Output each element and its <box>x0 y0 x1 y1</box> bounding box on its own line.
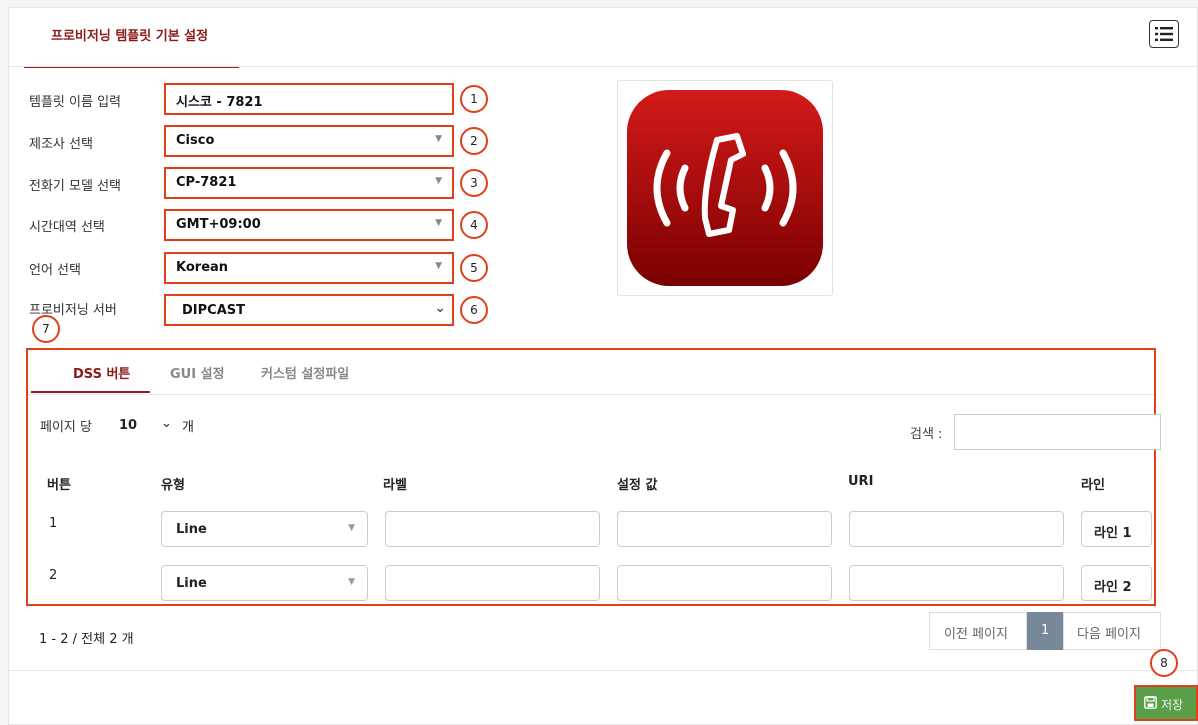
chevron-down-icon: ⌄ <box>161 416 172 431</box>
caret-down-icon: ▼ <box>435 261 442 271</box>
manufacturer-select[interactable]: Cisco ▼ <box>164 125 454 157</box>
language-label: 언어 선택 <box>29 263 81 278</box>
search-label: 검색 : <box>910 427 943 442</box>
column-header-uri: URI <box>848 474 874 489</box>
caret-down-icon: ▼ <box>435 134 442 144</box>
row-label-input[interactable] <box>385 565 600 601</box>
server-select[interactable]: DIPCAST ⌄ <box>164 294 454 326</box>
list-icon <box>1155 27 1173 41</box>
annotation-marker-4: 4 <box>460 211 488 239</box>
phone-model-image <box>617 80 833 296</box>
template-name-label: 템플릿 이름 입력 <box>29 95 121 110</box>
annotation-marker-8: 8 <box>1150 649 1178 677</box>
template-settings-card: 프로비저닝 템플릿 기본 설정 템플릿 이름 입력 시스코 - 7821 1 제… <box>8 7 1198 725</box>
footer-divider <box>9 670 1197 671</box>
tab-basic-settings[interactable]: 프로비저닝 템플릿 기본 설정 <box>24 8 239 68</box>
annotation-marker-7: 7 <box>32 315 60 343</box>
per-page-label: 페이지 당 <box>40 420 92 435</box>
column-header-type: 유형 <box>161 478 185 493</box>
row-label-input[interactable] <box>385 511 600 547</box>
page-number-button[interactable]: 1 <box>1027 612 1063 650</box>
caret-down-icon: ▼ <box>348 577 355 587</box>
floppy-disk-icon <box>1144 696 1157 709</box>
annotation-marker-5: 5 <box>460 254 488 282</box>
row-button-number: 1 <box>49 516 58 531</box>
tab-bar: DSS 버튼 GUI 설정 커스텀 설정파일 <box>28 350 1154 395</box>
prev-page-button[interactable]: 이전 페이지 <box>929 612 1027 650</box>
phone-app-logo <box>627 90 823 286</box>
save-button[interactable]: 저장 <box>1134 685 1198 721</box>
annotation-marker-1: 1 <box>460 85 488 113</box>
chevron-down-icon: ⌄ <box>434 300 446 316</box>
caret-down-icon: ▼ <box>348 523 355 533</box>
row-value-input[interactable] <box>617 511 832 547</box>
dss-section: DSS 버튼 GUI 설정 커스텀 설정파일 페이지 당 10 ⌄ 개 검색 :… <box>26 348 1161 606</box>
row-uri-input[interactable] <box>849 511 1064 547</box>
annotation-marker-6: 6 <box>460 296 488 324</box>
caret-down-icon: ▼ <box>435 176 442 186</box>
next-page-button[interactable]: 다음 페이지 <box>1063 612 1161 650</box>
column-header-label: 라벨 <box>383 478 407 493</box>
column-header-button: 버튼 <box>47 478 71 493</box>
language-select[interactable]: Korean ▼ <box>164 252 454 284</box>
row-type-select[interactable]: Line ▼ <box>161 511 368 547</box>
column-header-value: 설정 값 <box>617 478 658 493</box>
per-page-select[interactable]: 10 ⌄ <box>105 408 177 440</box>
list-view-button[interactable] <box>1149 20 1179 48</box>
per-page-unit: 개 <box>182 420 194 435</box>
annotation-marker-2: 2 <box>460 127 488 155</box>
active-tab-indicator <box>31 391 150 393</box>
row-value-input[interactable] <box>617 565 832 601</box>
model-label: 전화기 모델 선택 <box>29 179 121 194</box>
annotation-marker-3: 3 <box>460 169 488 197</box>
search-input[interactable] <box>954 414 1161 450</box>
tab-custom-config[interactable]: 커스텀 설정파일 <box>261 363 349 382</box>
row-button-number: 2 <box>49 568 58 583</box>
manufacturer-label: 제조사 선택 <box>29 137 93 152</box>
caret-down-icon: ▼ <box>435 218 442 228</box>
row-line-select[interactable]: 라인 2 <box>1081 565 1152 601</box>
timezone-select[interactable]: GMT+09:00 ▼ <box>164 209 454 241</box>
template-name-input[interactable]: 시스코 - 7821 <box>164 83 454 115</box>
row-line-select[interactable]: 라인 1 <box>1081 511 1152 547</box>
tab-dss-buttons[interactable]: DSS 버튼 <box>73 363 130 382</box>
model-select[interactable]: CP-7821 ▼ <box>164 167 454 199</box>
row-uri-input[interactable] <box>849 565 1064 601</box>
row-type-select[interactable]: Line ▼ <box>161 565 368 601</box>
pagination-summary: 1 - 2 / 전체 2 개 <box>39 632 134 647</box>
page-title: 프로비저닝 템플릿 기본 설정 <box>51 29 209 44</box>
timezone-label: 시간대역 선택 <box>29 220 105 235</box>
column-header-line: 라인 <box>1081 478 1105 493</box>
header-divider <box>9 66 1197 67</box>
tab-gui-settings[interactable]: GUI 설정 <box>170 363 225 382</box>
